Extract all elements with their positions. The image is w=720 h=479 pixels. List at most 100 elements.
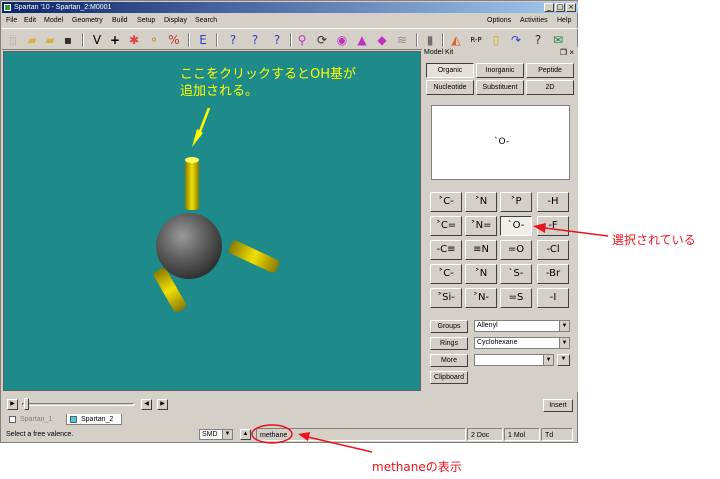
mail-icon[interactable]: ✉ xyxy=(550,32,566,48)
step-forward-icon[interactable]: ▶ xyxy=(157,399,168,410)
doc-count-field: 2 Doc xyxy=(467,428,503,441)
step-back-icon[interactable]: ◀ xyxy=(141,399,152,410)
groups-button[interactable]: Groups xyxy=(430,320,468,333)
fragment-sp2-nitrogen[interactable]: ˃N= xyxy=(465,216,497,236)
rings-select-value: Cyclohexane xyxy=(477,339,518,346)
help-icon[interactable]: ? xyxy=(530,32,546,48)
add-fragment-icon[interactable]: + xyxy=(108,32,122,48)
menu-display[interactable]: Display xyxy=(164,14,187,27)
reaction-icon[interactable]: ≋ xyxy=(394,32,410,48)
doc-tab-spartan-2[interactable]: Spartan_2 xyxy=(66,414,122,425)
fragment-bromine[interactable]: -Br xyxy=(537,264,569,284)
free-valence-right[interactable] xyxy=(227,239,280,274)
fragment-thione-sulfur[interactable]: =S xyxy=(500,288,532,308)
open-recent-icon[interactable]: ▰ xyxy=(42,32,58,48)
define-point-icon[interactable]: ◉ xyxy=(334,32,350,48)
tab-nucleotide[interactable]: Nucleotide xyxy=(426,80,474,95)
play-icon[interactable]: ▶ xyxy=(7,399,18,410)
save-icon[interactable]: ▪ xyxy=(60,32,76,48)
clipboard-button[interactable]: Clipboard xyxy=(430,371,468,384)
menu-model[interactable]: Model xyxy=(44,14,63,27)
break-bond-icon[interactable]: % xyxy=(166,32,182,48)
measure-dihedral-icon[interactable]: ? xyxy=(268,32,286,48)
frame-slider-thumb[interactable] xyxy=(24,398,29,410)
fragment-oxygen-selected[interactable]: `O- xyxy=(500,216,532,236)
chevron-down-icon[interactable]: ▼ xyxy=(559,338,569,348)
measure-angle-icon[interactable]: ? xyxy=(246,32,264,48)
fragment-sp3-nitrogen[interactable]: ˃N xyxy=(465,192,497,212)
view-icon[interactable]: V xyxy=(90,32,104,48)
doc-tab-spartan-1[interactable]: Spartan_1 xyxy=(6,414,64,425)
guess-ts-icon[interactable]: ▮ xyxy=(422,32,438,48)
fragment-sp3-carbon[interactable]: ˃C- xyxy=(430,192,462,212)
new-file-icon[interactable]: ▯ xyxy=(6,32,20,48)
spreadsheet-icon[interactable]: ▯ xyxy=(488,32,504,48)
chevron-down-icon[interactable]: ▼ xyxy=(543,355,553,365)
menu-options[interactable]: Options xyxy=(487,14,511,27)
rings-button[interactable]: Rings xyxy=(430,337,468,350)
arrow-shaft xyxy=(197,107,211,135)
fragment-sp-carbon[interactable]: -C≡ xyxy=(430,240,462,260)
menu-setup[interactable]: Setup xyxy=(137,14,155,27)
insert-button[interactable]: Insert xyxy=(543,399,573,412)
application-window: Spartan '10 - Spartan_2:M0001 _ □ × File… xyxy=(0,0,578,443)
undo-icon[interactable]: ↷ xyxy=(508,32,524,48)
model-kit-close[interactable]: ❐ × xyxy=(560,48,574,57)
menu-help[interactable]: Help xyxy=(557,14,571,27)
fragment-carbonyl-oxygen[interactable]: =O xyxy=(500,240,532,260)
fragment-sulfur[interactable]: `S- xyxy=(500,264,532,284)
menu-file[interactable]: File xyxy=(6,14,17,27)
fragment-sp-nitrogen[interactable]: ≡N xyxy=(465,240,497,260)
fragment-phosphorus[interactable]: ˃P xyxy=(500,192,532,212)
tab-peptide[interactable]: Peptide xyxy=(526,63,574,78)
fragment-chlorine[interactable]: -Cl xyxy=(537,240,569,260)
menu-activities[interactable]: Activities xyxy=(520,14,548,27)
define-plane-icon[interactable]: ▲ xyxy=(354,32,370,48)
fragment-iodine[interactable]: -I xyxy=(537,288,569,308)
constrain-icon[interactable]: ⟳ xyxy=(314,32,330,48)
stage: Spartan '10 - Spartan_2:M0001 _ □ × File… xyxy=(0,0,720,479)
fragment-sp2-carbon[interactable]: ˃C= xyxy=(430,216,462,236)
make-bond-icon[interactable]: ⚬ xyxy=(146,32,162,48)
delete-icon[interactable]: ✱ xyxy=(126,32,142,48)
toolbar-separator xyxy=(82,33,84,47)
fragment-aromatic-carbon[interactable]: ˃C- xyxy=(430,264,462,284)
spectra-icon[interactable]: ◭ xyxy=(448,32,464,48)
mode-select[interactable]: SMD ▼ xyxy=(199,429,233,440)
fragment-silicon[interactable]: ˃Si- xyxy=(430,288,462,308)
carbon-atom[interactable] xyxy=(156,213,222,279)
more-select[interactable]: ▼ xyxy=(474,354,554,366)
maximize-button[interactable]: □ xyxy=(555,3,565,12)
menu-geometry[interactable]: Geometry xyxy=(72,14,103,27)
fragment-hydrogen[interactable]: -H xyxy=(537,192,569,212)
groups-select[interactable]: Allenyl ▼ xyxy=(474,320,570,332)
measure-distance-icon[interactable]: ? xyxy=(224,32,242,48)
open-folder-icon[interactable]: ▰ xyxy=(24,32,40,48)
fragment-aromatic-nitrogen[interactable]: ˃N xyxy=(465,264,497,284)
minimize-energy-icon[interactable]: E xyxy=(196,32,210,48)
chevron-down-icon[interactable]: ▼ xyxy=(222,430,232,439)
frame-slider-track[interactable] xyxy=(22,403,134,406)
free-valence-top[interactable] xyxy=(185,160,199,210)
molecule-viewport[interactable]: ここをクリックするとOH基が 追加される。 xyxy=(3,51,421,391)
close-button[interactable]: × xyxy=(566,3,576,12)
more-button[interactable]: More xyxy=(430,354,468,367)
chevron-down-icon[interactable]: ▼ xyxy=(559,321,569,331)
more-expand-icon[interactable]: ▼ xyxy=(557,354,570,366)
mode-up-icon[interactable]: ▲ xyxy=(240,429,251,440)
rings-select[interactable]: Cyclohexane ▼ xyxy=(474,337,570,349)
groups-select-value: Allenyl xyxy=(477,322,498,329)
freeze-icon[interactable]: ⚲ xyxy=(294,32,310,48)
menu-edit[interactable]: Edit xyxy=(24,14,36,27)
tab-organic[interactable]: Organic xyxy=(426,63,474,78)
tab-inorganic[interactable]: Inorganic xyxy=(476,63,524,78)
minimize-button[interactable]: _ xyxy=(544,3,554,12)
tab-2d[interactable]: 2D xyxy=(526,80,574,95)
menu-build[interactable]: Build xyxy=(112,14,128,27)
fragment-amide-nitrogen[interactable]: ˃N- xyxy=(465,288,497,308)
define-cfd-icon[interactable]: ◆ xyxy=(374,32,390,48)
fragment-fluorine[interactable]: -F xyxy=(537,216,569,236)
menu-search[interactable]: Search xyxy=(195,14,217,27)
tab-substituent[interactable]: Substituent xyxy=(476,80,524,95)
reactivity-icon[interactable]: R-P xyxy=(468,32,484,48)
